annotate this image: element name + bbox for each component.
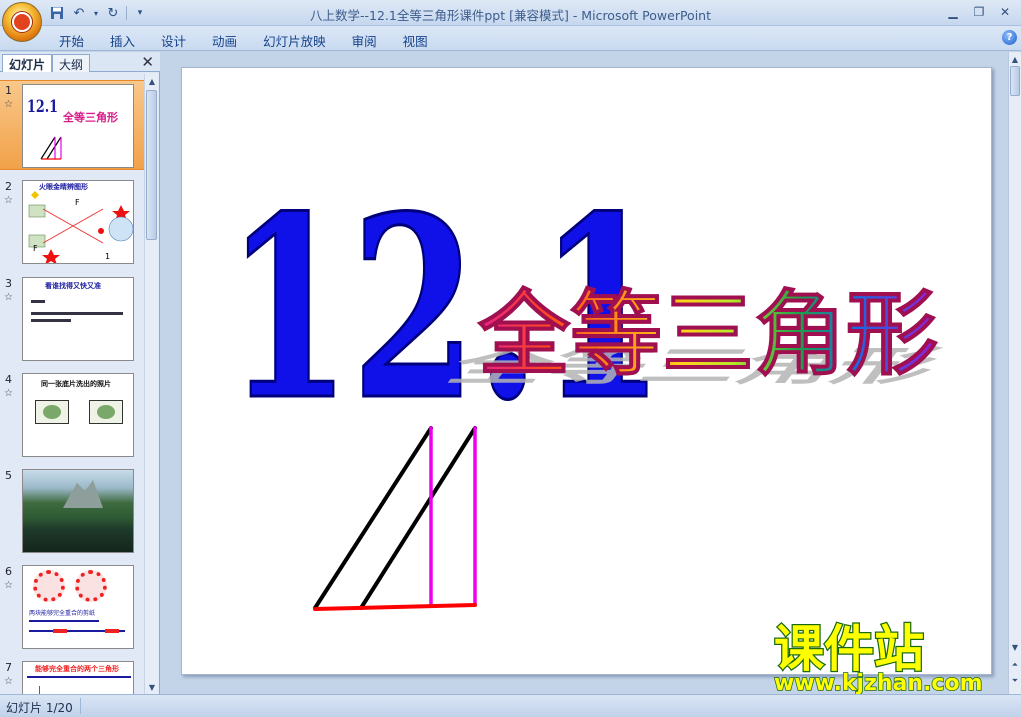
- slide-count-status: 幻灯片 1/20: [6, 701, 73, 715]
- svg-text:1: 1: [105, 252, 110, 261]
- next-slide-icon[interactable]: ⏷: [1009, 674, 1021, 688]
- thumb-title: 看谁找得又快又准: [45, 282, 101, 290]
- slide-number: 1: [5, 84, 12, 97]
- tab-outline[interactable]: 大纲: [52, 54, 91, 72]
- thumb-line: [39, 686, 40, 694]
- thumb-text-line: [31, 300, 45, 303]
- thumb-triangles: [40, 136, 62, 160]
- slide-title: 全等三角形: [477, 281, 938, 388]
- thumbnail-list: 1 ☆ 12.1 全等三角形 2 ☆ 火眼金睛辨图形 F F 1 3 ☆ 看谁找…: [0, 74, 144, 694]
- close-pane-icon[interactable]: ✕: [141, 53, 154, 71]
- tab-slides[interactable]: 幻灯片: [2, 54, 53, 72]
- tab-view[interactable]: 视图: [390, 30, 441, 51]
- thumb-subtitle: 全等三角形: [63, 111, 118, 124]
- slide-number: 6: [5, 565, 12, 578]
- close-icon[interactable]: ✕: [995, 3, 1015, 20]
- thumb-photo-a: [35, 400, 69, 424]
- thumbnail-preview: 看谁找得又快又准: [22, 277, 134, 361]
- slide-number: 2: [5, 180, 12, 193]
- watermark-logo: 课件站 www.kjzhan.com: [773, 619, 984, 694]
- thumbnail-preview: 两块能够完全重合的剪纸: [22, 565, 134, 649]
- thumb-text-highlight: [53, 629, 67, 633]
- thumb-text-line: [31, 312, 123, 315]
- animation-star-icon: ☆: [4, 388, 13, 399]
- triangle-base: [313, 603, 477, 611]
- slide-editor: 12.1 全等三角形 全等三角形: [161, 52, 1008, 694]
- slide-number: 4: [5, 373, 12, 386]
- slide-thumbnail-7[interactable]: 7 ☆ 能够完全重合的两个三角形: [0, 658, 144, 694]
- office-button[interactable]: [2, 2, 42, 42]
- thumb-title: 同一张底片洗出的照片: [41, 380, 111, 388]
- window-title: 八上数学--12.1全等三角形课件ppt [兼容模式] - Microsoft …: [310, 8, 711, 23]
- thumbnail-preview: [22, 469, 134, 553]
- scroll-thumb[interactable]: [146, 90, 157, 240]
- thumb-title: 能够完全重合的两个三角形: [35, 665, 119, 673]
- ribbon-tab-bar: 开始 插入 设计 动画 幻灯片放映 审阅 视图 ?: [0, 26, 1021, 51]
- thumb-text: 两块能够完全重合的剪纸: [29, 610, 96, 617]
- tab-review[interactable]: 审阅: [339, 30, 390, 51]
- slide-number: 5: [5, 469, 12, 482]
- slide-canvas[interactable]: 12.1 全等三角形 全等三角形: [181, 67, 992, 675]
- animation-star-icon: ☆: [4, 676, 13, 687]
- window-controls: ▁ ❐ ✕: [943, 3, 1015, 20]
- animation-star-icon: ☆: [4, 99, 13, 110]
- thumb-photo-b: [89, 400, 123, 424]
- restore-icon[interactable]: ❐: [969, 3, 989, 20]
- thumb-text-highlight: [105, 629, 119, 633]
- thumb-title: 12.1: [27, 97, 59, 117]
- animation-star-icon: ☆: [4, 292, 13, 303]
- tab-animations[interactable]: 动画: [199, 30, 250, 51]
- title-bar: ↶ ▾ ↻ ▾ 八上数学--12.1全等三角形课件ppt [兼容模式] - Mi…: [0, 0, 1021, 26]
- minimize-icon[interactable]: ▁: [943, 3, 963, 20]
- slide-thumbnail-3[interactable]: 3 ☆ 看谁找得又快又准: [0, 274, 144, 364]
- thumbnail-preview: 火眼金睛辨图形 F F 1: [22, 180, 134, 264]
- thumbnail-preview: 12.1 全等三角形: [22, 84, 134, 168]
- tab-home[interactable]: 开始: [46, 30, 97, 51]
- slide-number: 3: [5, 277, 12, 290]
- slide-thumbnail-4[interactable]: 4 ☆ 同一张底片洗出的照片: [0, 370, 144, 460]
- svg-text:F: F: [75, 198, 80, 207]
- thumb-papercut-a: [33, 570, 65, 602]
- thumb-text-line: [31, 319, 71, 322]
- watermark-line2: www.kjzhan.com: [774, 671, 983, 694]
- scroll-down-icon[interactable]: ▼: [145, 680, 159, 694]
- slide-scrollbar[interactable]: ▲ ▼ ⏶ ⏷: [1008, 52, 1021, 694]
- status-bar: 幻灯片 1/20: [0, 694, 1021, 717]
- scroll-down-icon[interactable]: ▼: [1009, 640, 1021, 654]
- slide-content: 12.1 全等三角形 全等三角形: [225, 161, 953, 611]
- animation-star-icon: ☆: [4, 580, 13, 591]
- slide-thumbnail-5[interactable]: 5: [0, 466, 144, 556]
- slide-thumbnail-6[interactable]: 6 ☆ 两块能够完全重合的剪纸: [0, 562, 144, 652]
- tab-insert[interactable]: 插入: [97, 30, 148, 51]
- thumb-diagram: F F 1: [28, 191, 133, 263]
- slide-number: 7: [5, 661, 12, 674]
- scroll-up-icon[interactable]: ▲: [1009, 52, 1021, 66]
- animation-star-icon: ☆: [4, 195, 13, 206]
- tab-design[interactable]: 设计: [148, 30, 199, 51]
- previous-slide-icon[interactable]: ⏶: [1009, 658, 1021, 672]
- watermark-line1: 课件站: [774, 620, 924, 678]
- slides-pane: 幻灯片 大纲 ✕ 1 ☆ 12.1 全等三角形 2 ☆ 火眼金睛辨图形 F F …: [0, 52, 160, 694]
- status-separator: [80, 698, 81, 714]
- pane-tabs: 幻灯片 大纲 ✕: [0, 52, 160, 72]
- help-icon[interactable]: ?: [1002, 30, 1017, 45]
- slide-thumbnail-2[interactable]: 2 ☆ 火眼金睛辨图形 F F 1: [0, 177, 144, 267]
- thumb-text-line: [29, 620, 99, 622]
- thumbnail-preview: 同一张底片洗出的照片: [22, 373, 134, 457]
- tab-slideshow[interactable]: 幻灯片放映: [250, 30, 339, 51]
- scroll-thumb[interactable]: [1010, 66, 1020, 96]
- office-logo-icon: [12, 12, 32, 32]
- slide-thumbnail-1[interactable]: 1 ☆ 12.1 全等三角形: [0, 80, 144, 170]
- thumbnail-scrollbar[interactable]: ▲ ▼: [144, 74, 158, 694]
- scroll-up-icon[interactable]: ▲: [145, 74, 159, 88]
- svg-text:F: F: [33, 244, 38, 253]
- thumbnail-preview: 能够完全重合的两个三角形: [22, 661, 134, 694]
- thumb-mountain: [63, 480, 103, 508]
- thumb-text-line: [27, 676, 131, 678]
- thumb-papercut-b: [75, 570, 107, 602]
